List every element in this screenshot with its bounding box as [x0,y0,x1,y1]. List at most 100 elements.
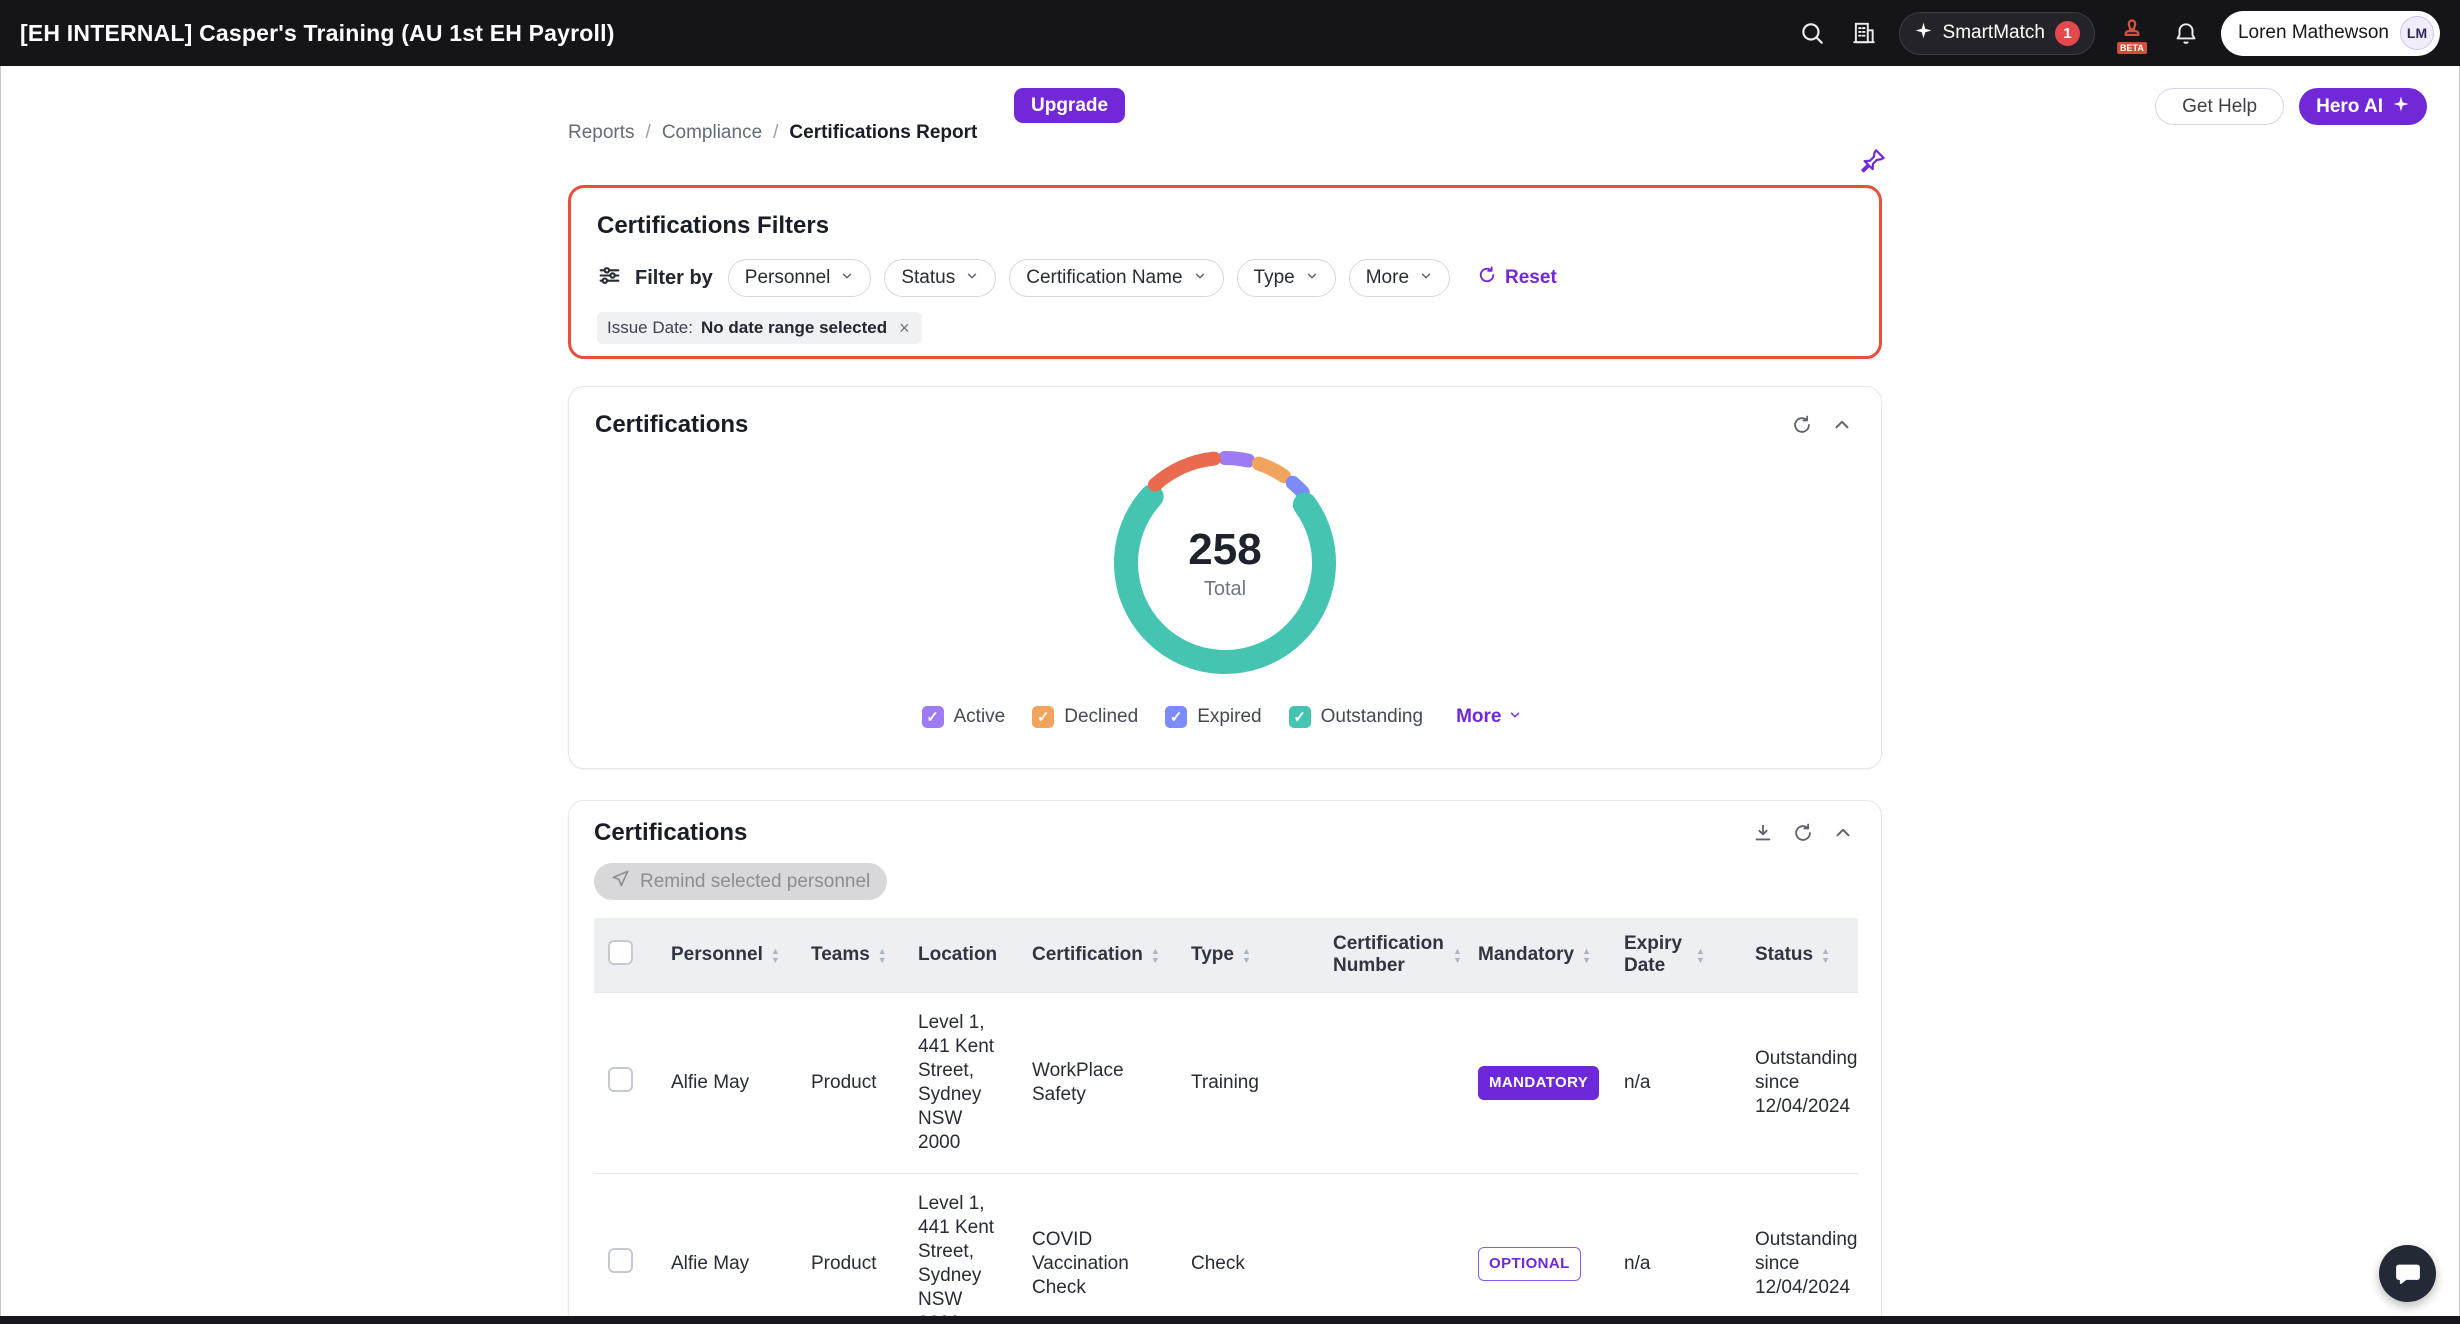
help-actions: Get Help Hero AI [2155,88,2427,125]
table-row: Alfie May Product Level 1, 441 Kent Stre… [594,1174,1858,1324]
legend-checkbox-expired[interactable] [1165,706,1187,728]
select-all-header [594,918,671,993]
refresh-icon[interactable] [1790,820,1816,846]
legend-label-active: Active [954,706,1006,728]
breadcrumb-separator: / [773,122,778,144]
cell-certification: COVID Vaccination Check [1032,1174,1191,1324]
search-icon[interactable] [1795,16,1829,50]
more-filters-dropdown[interactable]: More [1349,259,1450,297]
cell-status: Outstanding since 12/04/2024 [1755,1174,1858,1324]
row-checkbox[interactable] [608,1067,633,1092]
certifications-table: Personnel▲▼ Teams▲▼ Location Certificati… [594,918,1858,1324]
column-header-status[interactable]: Status▲▼ [1755,918,1858,993]
legend-checkbox-outstanding[interactable] [1289,706,1311,728]
cell-personnel: Alfie May [671,993,811,1174]
reset-filters-button[interactable]: Reset [1471,264,1563,292]
beta-stamp-icon[interactable]: BETA [2113,14,2151,52]
smartmatch-button[interactable]: SmartMatch 1 [1899,12,2095,55]
legend-checkbox-active[interactable] [922,706,944,728]
certifications-chart-card: Certifications 258 Total Active [568,386,1882,769]
type-filter-dropdown[interactable]: Type [1237,259,1336,297]
get-help-button[interactable]: Get Help [2155,88,2284,125]
personnel-filter-label: Personnel [745,267,831,289]
column-header-expiry-date[interactable]: Expiry Date▲▼ [1624,918,1755,993]
notifications-bell-icon[interactable] [2169,16,2203,50]
column-header-mandatory[interactable]: Mandatory▲▼ [1478,918,1624,993]
legend-checkbox-declined[interactable] [1032,706,1054,728]
table-header-row: Personnel▲▼ Teams▲▼ Location Certificati… [594,918,1858,993]
donut-segment[interactable] [1126,497,1324,662]
donut-segment[interactable] [1155,459,1214,485]
breadcrumb-current: Certifications Report [789,122,977,144]
chevron-down-icon [840,267,854,289]
cell-personnel: Alfie May [671,1174,811,1324]
cell-teams: Product [811,1174,918,1324]
cell-location: Level 1, 441 Kent Street, Sydney NSW 200… [918,993,1032,1174]
sort-icon: ▲▼ [1582,947,1591,964]
cell-teams: Product [811,993,918,1174]
sort-icon: ▲▼ [771,947,780,964]
table-card-actions [1750,820,1856,846]
donut-segment[interactable] [1293,483,1303,493]
cell-location: Level 1, 441 Kent Street, Sydney NSW 200… [918,1174,1032,1324]
user-menu[interactable]: Loren Mathewson LM [2221,11,2440,56]
collapse-chevron-icon[interactable] [1829,412,1855,438]
status-filter-dropdown[interactable]: Status [884,259,996,297]
table-row: Alfie May Product Level 1, 441 Kent Stre… [594,993,1858,1174]
certifications-table-card: Certifications Remind selected personnel [568,800,1882,1324]
remind-selected-personnel-button[interactable]: Remind selected personnel [594,863,887,900]
filter-sliders-icon [597,263,622,293]
collapse-chevron-icon[interactable] [1830,820,1856,846]
organisation-building-icon[interactable] [1847,16,1881,50]
send-plane-icon [611,869,630,894]
chat-button[interactable] [2379,1245,2436,1302]
column-header-certification-number[interactable]: Certification Number▲▼ [1333,918,1478,993]
download-icon[interactable] [1750,820,1776,846]
column-header-certification[interactable]: Certification▲▼ [1032,918,1191,993]
column-header-teams[interactable]: Teams▲▼ [811,918,918,993]
cell-mandatory: MANDATORY [1478,993,1624,1174]
sparkle-icon [1914,21,1933,46]
remove-chip-icon[interactable]: × [897,319,912,337]
mandatory-badge: MANDATORY [1478,1066,1599,1100]
upgrade-button[interactable]: Upgrade [1014,88,1125,123]
donut-segment[interactable] [1225,458,1248,461]
type-filter-label: Type [1254,267,1295,289]
select-all-checkbox[interactable] [608,940,633,965]
column-header-type[interactable]: Type▲▼ [1191,918,1333,993]
breadcrumb: Reports / Compliance / Certifications Re… [568,122,977,144]
smartmatch-label: SmartMatch [1943,22,2045,44]
certification-name-filter-dropdown[interactable]: Certification Name [1009,259,1223,297]
cell-certification: WorkPlace Safety [1032,993,1191,1174]
legend-item-expired: Expired [1165,706,1261,728]
sort-icon: ▲▼ [1242,947,1251,964]
remind-button-label: Remind selected personnel [640,871,870,893]
cell-mandatory: OPTIONAL [1478,1174,1624,1324]
chevron-down-icon [1193,267,1207,289]
breadcrumb-reports[interactable]: Reports [568,122,635,144]
pin-icon[interactable] [1858,146,1888,179]
certifications-report-page: [EH INTERNAL] Casper's Training (AU 1st … [0,0,2460,1324]
breadcrumb-compliance[interactable]: Compliance [662,122,762,144]
row-checkbox[interactable] [608,1248,633,1273]
cell-type: Training [1191,993,1333,1174]
chevron-down-icon [1305,267,1319,289]
app-header: [EH INTERNAL] Casper's Training (AU 1st … [0,0,2460,66]
cell-certification-number [1333,993,1478,1174]
bottom-edge [0,1316,2460,1324]
filter-by-label: Filter by [635,267,713,290]
chart-card-title: Certifications [595,411,748,439]
cell-type: Check [1191,1174,1333,1324]
chevron-down-icon [965,267,979,289]
hero-ai-button[interactable]: Hero AI [2299,88,2427,125]
column-header-personnel[interactable]: Personnel▲▼ [671,918,811,993]
refresh-icon[interactable] [1789,412,1815,438]
cell-expiry-date: n/a [1624,1174,1755,1324]
user-name: Loren Mathewson [2238,22,2389,44]
chip-prefix: Issue Date: [607,318,693,338]
reset-label: Reset [1505,267,1557,289]
legend-item-outstanding: Outstanding [1289,706,1423,728]
legend-more-dropdown[interactable]: More [1450,705,1528,729]
donut-segment[interactable] [1259,464,1284,476]
personnel-filter-dropdown[interactable]: Personnel [728,259,872,297]
